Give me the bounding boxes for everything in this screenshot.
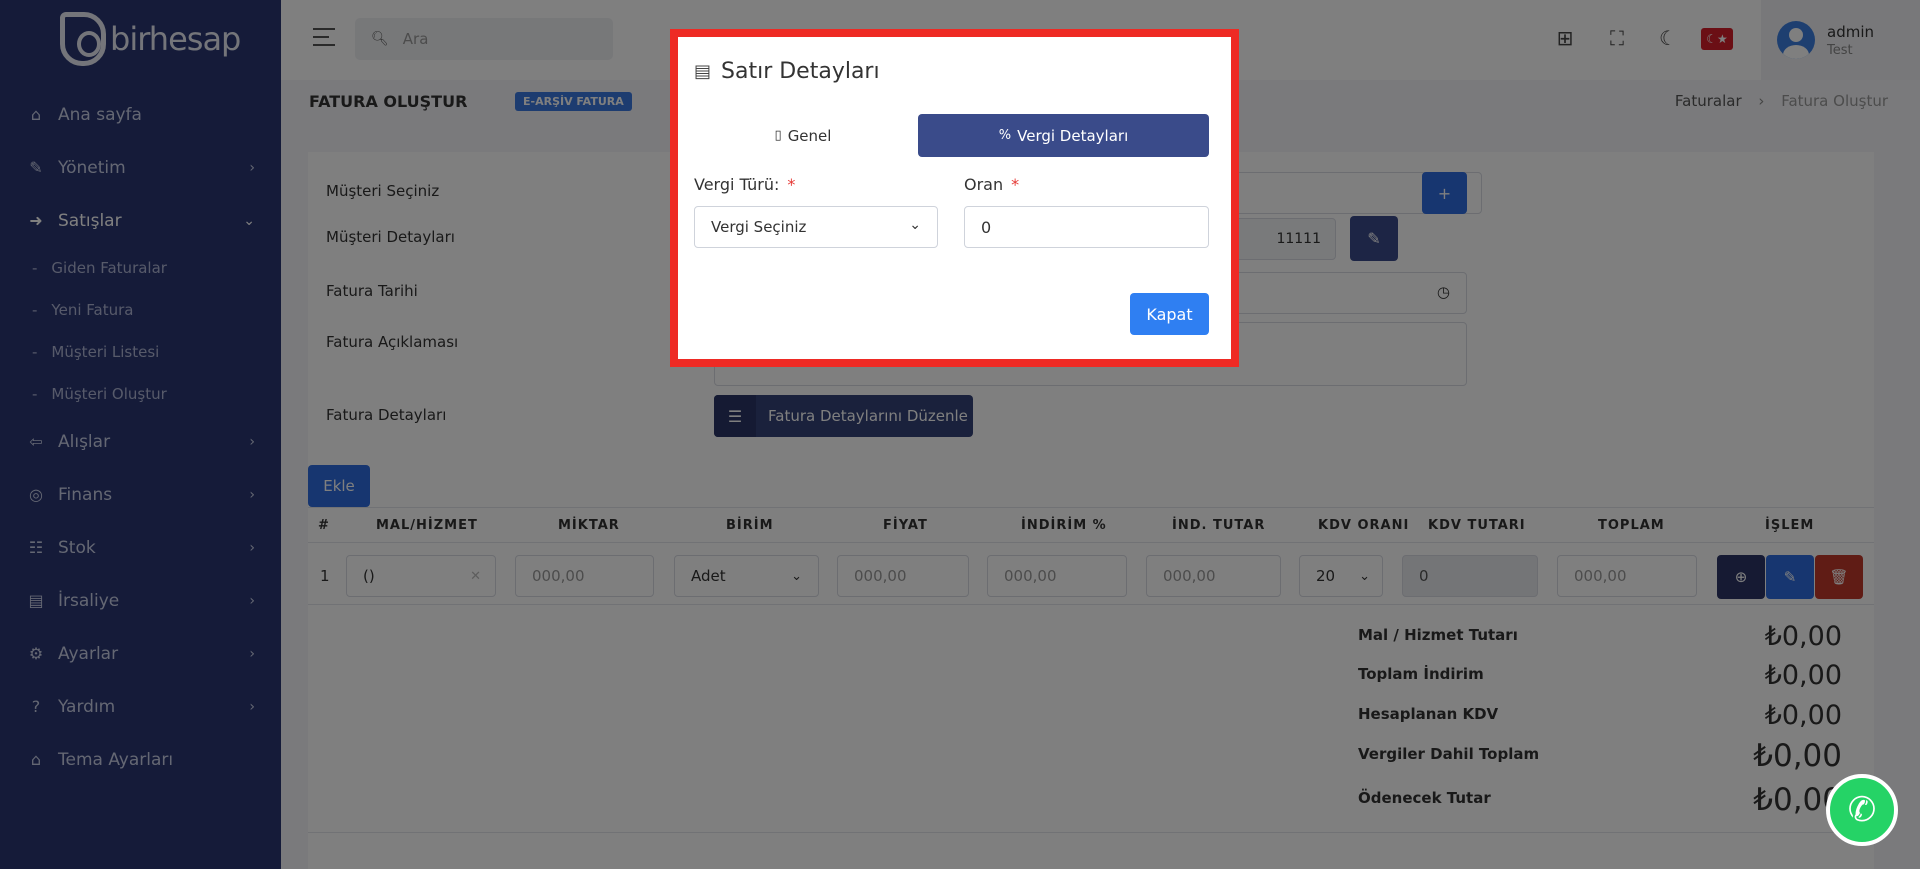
tax-type-label-text: Vergi Türü: — [694, 175, 780, 194]
tax-type-label: Vergi Türü: * — [694, 175, 795, 194]
modal-title-text: Satır Detayları — [721, 59, 880, 84]
required-mark: * — [787, 175, 796, 194]
rate-value: 0 — [981, 217, 992, 237]
percent-icon: % — [998, 128, 1012, 143]
tab-general-label: Genel — [787, 126, 832, 145]
tab-general[interactable]: ▯ Genel — [694, 114, 912, 157]
tax-type-value: Vergi Seçiniz — [711, 218, 807, 236]
tax-type-select[interactable]: Vergi Seçiniz ⌄ — [694, 206, 938, 248]
modal-title: ▤ Satır Detayları — [694, 59, 880, 84]
rate-label: Oran * — [964, 175, 1019, 194]
row-details-modal: ▤ Satır Detayları ▯ Genel % Vergi Detayl… — [678, 37, 1231, 359]
required-mark: * — [1011, 175, 1020, 194]
close-button[interactable]: Kapat — [1130, 293, 1209, 335]
document-icon: ▤ — [694, 61, 712, 82]
file-icon: ▯ — [774, 128, 782, 143]
rate-input[interactable]: 0 — [964, 206, 1209, 248]
tab-tax-details-label: Vergi Detayları — [1017, 126, 1129, 145]
tab-tax-details[interactable]: % Vergi Detayları — [918, 114, 1209, 157]
whatsapp-icon[interactable]: ✆ — [1826, 774, 1898, 846]
rate-label-text: Oran — [964, 175, 1004, 194]
chevron-down-icon: ⌄ — [909, 217, 921, 233]
